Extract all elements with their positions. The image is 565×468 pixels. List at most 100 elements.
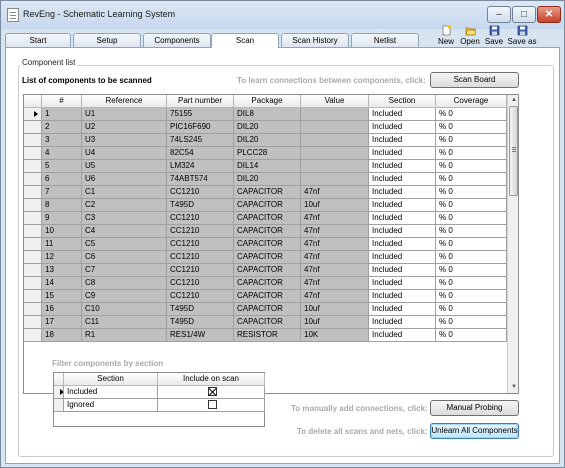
filter-row[interactable]: Included — [54, 386, 266, 399]
section-cell[interactable]: Included — [369, 134, 436, 147]
tab-scan-history[interactable]: Scan History — [281, 33, 349, 47]
section-cell[interactable]: Included — [369, 186, 436, 199]
reference-cell[interactable]: U3 — [82, 134, 167, 147]
row-number-cell[interactable]: 11 — [42, 238, 82, 251]
part-number-cell[interactable]: CC1210 — [167, 264, 234, 277]
value-cell[interactable]: 47nf — [301, 238, 369, 251]
filter-row[interactable]: Ignored — [54, 399, 266, 412]
section-cell[interactable]: Included — [369, 264, 436, 277]
row-number-cell[interactable]: 10 — [42, 225, 82, 238]
coverage-cell[interactable]: % 0 — [436, 134, 507, 147]
part-number-cell[interactable]: CC1210 — [167, 186, 234, 199]
scroll-down-arrow-icon[interactable]: ▼ — [508, 382, 518, 393]
reference-cell[interactable]: C11 — [82, 316, 167, 329]
scan-board-button[interactable]: Scan Board — [430, 72, 519, 88]
package-cell[interactable]: CAPACITOR — [234, 277, 301, 290]
column-header[interactable]: Coverage — [436, 95, 507, 108]
row-selector[interactable] — [24, 290, 42, 303]
row-selector[interactable] — [54, 386, 64, 399]
coverage-cell[interactable]: % 0 — [436, 316, 507, 329]
section-cell[interactable]: Included — [369, 160, 436, 173]
package-cell[interactable]: CAPACITOR — [234, 303, 301, 316]
section-cell[interactable]: Included — [369, 121, 436, 134]
value-cell[interactable] — [301, 108, 369, 121]
value-cell[interactable]: 10uf — [301, 303, 369, 316]
include-checkbox-cell[interactable] — [158, 399, 265, 412]
filter-section-cell[interactable]: Included — [64, 386, 158, 399]
column-header[interactable]: Include on scan — [158, 373, 265, 386]
table-row[interactable]: 9 C3 CC1210 CAPACITOR 47nf Included% 0 — [24, 212, 518, 225]
section-cell[interactable]: Included — [369, 316, 436, 329]
row-number-cell[interactable]: 9 — [42, 212, 82, 225]
section-cell[interactable]: Included — [369, 251, 436, 264]
tab-setup[interactable]: Setup — [73, 33, 141, 47]
row-number-cell[interactable]: 4 — [42, 147, 82, 160]
reference-cell[interactable]: U4 — [82, 147, 167, 160]
value-cell[interactable]: 10uf — [301, 199, 369, 212]
table-row[interactable]: 14 C8 CC1210 CAPACITOR 47nf Included% 0 — [24, 277, 518, 290]
table-row[interactable]: 4 U4 82C54 PLCC28 Included% 0 — [24, 147, 518, 160]
reference-cell[interactable]: C7 — [82, 264, 167, 277]
table-row[interactable]: 1 U1 75155 DIL8 Included% 0 — [24, 108, 518, 121]
table-row[interactable]: 13 C7 CC1210 CAPACITOR 47nf Included% 0 — [24, 264, 518, 277]
table-row[interactable]: 10 C4 CC1210 CAPACITOR 47nf Included% 0 — [24, 225, 518, 238]
minimize-button[interactable]: – — [487, 6, 511, 23]
section-cell[interactable]: Included — [369, 290, 436, 303]
reference-cell[interactable]: C6 — [82, 251, 167, 264]
table-row[interactable]: 7 C1 CC1210 CAPACITOR 47nf Included% 0 — [24, 186, 518, 199]
reference-cell[interactable]: U1 — [82, 108, 167, 121]
reference-cell[interactable]: C8 — [82, 277, 167, 290]
new-button[interactable]: New — [433, 25, 459, 47]
section-cell[interactable]: Included — [369, 225, 436, 238]
package-cell[interactable]: DIL20 — [234, 134, 301, 147]
package-cell[interactable]: CAPACITOR — [234, 251, 301, 264]
row-number-cell[interactable]: 18 — [42, 329, 82, 342]
row-number-cell[interactable]: 5 — [42, 160, 82, 173]
column-header[interactable]: Section — [64, 373, 158, 386]
package-cell[interactable]: RESISTOR — [234, 329, 301, 342]
value-cell[interactable]: 47nf — [301, 290, 369, 303]
row-selector[interactable] — [24, 316, 42, 329]
value-cell[interactable] — [301, 134, 369, 147]
row-selector[interactable] — [24, 186, 42, 199]
part-number-cell[interactable]: PIC16F690 — [167, 121, 234, 134]
part-number-cell[interactable]: CC1210 — [167, 225, 234, 238]
include-checkbox-cell[interactable] — [158, 386, 265, 399]
coverage-cell[interactable]: % 0 — [436, 290, 507, 303]
reference-cell[interactable]: U5 — [82, 160, 167, 173]
row-selector[interactable] — [24, 329, 42, 342]
section-cell[interactable]: Included — [369, 147, 436, 160]
coverage-cell[interactable]: % 0 — [436, 225, 507, 238]
row-selector[interactable] — [24, 277, 42, 290]
table-row[interactable]: 3 U3 74LS245 DIL20 Included% 0 — [24, 134, 518, 147]
reference-cell[interactable]: C3 — [82, 212, 167, 225]
coverage-cell[interactable]: % 0 — [436, 251, 507, 264]
table-row[interactable]: 18 R1 RES1/4W RESISTOR 10K Included% 0 — [24, 329, 518, 342]
unlearn-all-components-button[interactable]: Unlearn All Components — [430, 423, 519, 439]
value-cell[interactable]: 10uf — [301, 316, 369, 329]
manual-probing-button[interactable]: Manual Probing — [430, 400, 519, 416]
table-row[interactable]: 5 U5 LM324 DIL14 Included% 0 — [24, 160, 518, 173]
row-number-cell[interactable]: 1 — [42, 108, 82, 121]
coverage-cell[interactable]: % 0 — [436, 264, 507, 277]
row-number-cell[interactable]: 17 — [42, 316, 82, 329]
table-row[interactable]: 12 C6 CC1210 CAPACITOR 47nf Included% 0 — [24, 251, 518, 264]
value-cell[interactable] — [301, 173, 369, 186]
package-cell[interactable]: CAPACITOR — [234, 199, 301, 212]
row-number-cell[interactable]: 15 — [42, 290, 82, 303]
part-number-cell[interactable]: 82C54 — [167, 147, 234, 160]
value-cell[interactable]: 47nf — [301, 186, 369, 199]
part-number-cell[interactable]: RES1/4W — [167, 329, 234, 342]
part-number-cell[interactable]: CC1210 — [167, 290, 234, 303]
part-number-cell[interactable]: 74ABT574 — [167, 173, 234, 186]
scroll-up-arrow-icon[interactable]: ▲ — [508, 95, 518, 106]
coverage-cell[interactable]: % 0 — [436, 108, 507, 121]
row-selector[interactable] — [24, 303, 42, 316]
open-button[interactable]: Open — [457, 25, 483, 47]
filter-section-cell[interactable]: Ignored — [64, 399, 158, 412]
coverage-cell[interactable]: % 0 — [436, 173, 507, 186]
coverage-cell[interactable]: % 0 — [436, 121, 507, 134]
part-number-cell[interactable]: T495D — [167, 303, 234, 316]
package-cell[interactable]: DIL14 — [234, 160, 301, 173]
value-cell[interactable]: 47nf — [301, 212, 369, 225]
